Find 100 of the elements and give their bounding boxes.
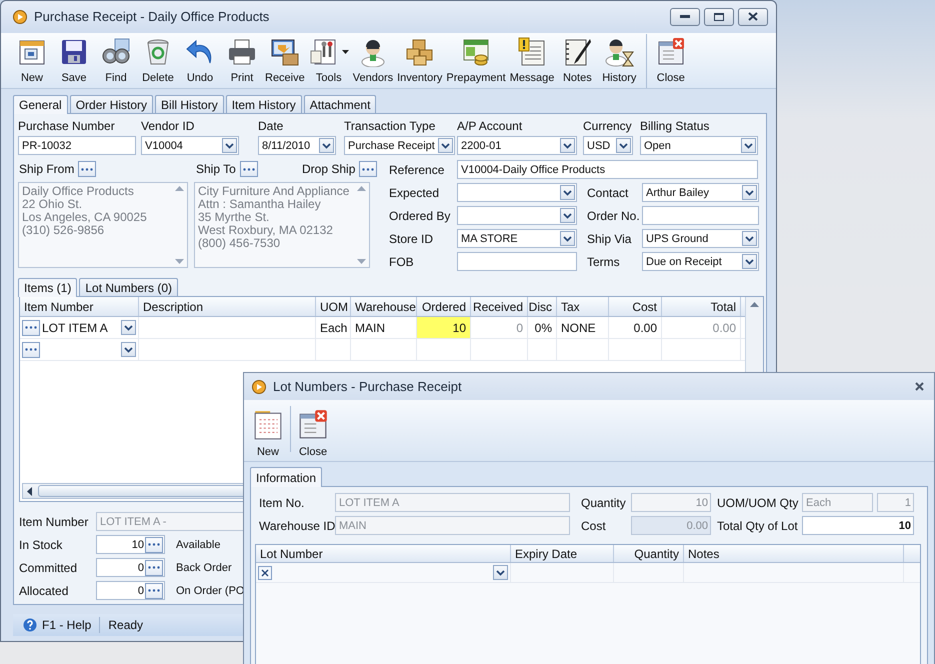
toolbar-button[interactable]: Notes [556, 34, 598, 88]
dropdown-field[interactable]: 2200-01 [457, 136, 577, 155]
toolbar-button[interactable]: Undo [179, 34, 221, 88]
field-label: Total Qty of Lot [717, 518, 799, 532]
field-label: UOM/UOM Qty [717, 496, 800, 510]
window-title: Purchase Receipt - Daily Office Products [34, 9, 270, 24]
toolbar-button[interactable]: New [250, 406, 286, 460]
column-header[interactable]: Warehouse [351, 297, 417, 316]
tab[interactable]: Attachment [304, 95, 376, 113]
address-field[interactable]: City Furniture And Appliance Attn : Samantha Hailey 35 Myrthe St. West Roxbury, MA 02132 (800) 456-7530 [194, 182, 370, 268]
toolbar-button[interactable]: Find [95, 34, 137, 88]
field-label: Billing Status [640, 119, 710, 133]
field-label: Back Order [176, 562, 232, 574]
field-label: Expected [389, 186, 440, 200]
toolbar-button[interactable]: Vendors [350, 34, 396, 88]
text-field[interactable]: 10 [96, 535, 165, 554]
field-label: FOB [389, 254, 415, 268]
column-header[interactable]: Received [471, 297, 528, 316]
dropdown-field[interactable]: UPS Ground [642, 229, 759, 248]
tab[interactable]: Item History [226, 95, 302, 113]
column-header[interactable]: UOM [316, 297, 351, 316]
column-header[interactable]: Ordered [417, 297, 471, 316]
dropdown-field[interactable]: USD [583, 136, 633, 155]
tab[interactable]: Lot Numbers (0) [79, 278, 178, 296]
table-cell: 0.00 [662, 317, 741, 338]
column-header[interactable]: Notes [684, 545, 904, 562]
field-label: Purchase Number [18, 119, 116, 133]
toolbar-button[interactable]: Prepayment [444, 34, 508, 88]
field-label: Warehouse ID [259, 518, 335, 532]
column-header[interactable]: Tax [557, 297, 609, 316]
text-field[interactable]: V10004-Daily Office Products [457, 160, 758, 179]
window-title: Lot Numbers - Purchase Receipt [273, 379, 463, 394]
toolbar-button[interactable]: Close [646, 34, 688, 88]
help-text: F1 - Help [42, 618, 92, 632]
field-label: Committed [19, 560, 78, 574]
tab[interactable]: Order History [70, 95, 154, 113]
field-label: Reference [389, 162, 446, 176]
field-label: Terms [587, 254, 621, 268]
column-header[interactable]: Disc [528, 297, 557, 316]
text-field[interactable]: 10 [802, 516, 914, 535]
field-label: Allocated [19, 584, 70, 598]
dropdown-field[interactable]: MA STORE [457, 229, 577, 248]
toolbar-button[interactable]: Print [221, 34, 263, 88]
toolbar-button[interactable]: Inventory [395, 34, 444, 88]
tab[interactable]: Information [250, 467, 322, 487]
dropdown-field[interactable]: Open [640, 136, 758, 155]
tab[interactable]: Bill History [155, 95, 224, 113]
field-label: Order No. [587, 208, 641, 222]
column-header[interactable]: Cost [609, 297, 662, 316]
dropdown-field[interactable]: Purchase Receipt [344, 136, 455, 155]
field-label: Vendor ID [141, 119, 196, 133]
field-label: Contact [587, 186, 630, 200]
table-cell: 0% [528, 317, 557, 338]
table-cell: 0 [471, 317, 528, 338]
column-header[interactable]: Lot Number [256, 545, 511, 562]
field-label: Ordered By [389, 208, 452, 222]
field-label: In Stock [19, 538, 64, 552]
table-cell: Each [316, 317, 351, 338]
dropdown-field[interactable]: Due on Receipt [642, 252, 759, 271]
field-label: Date [258, 119, 284, 133]
field-label: Transaction Type [344, 119, 436, 133]
tab[interactable]: General [13, 95, 68, 114]
toolbar-button[interactable]: Delete [137, 34, 179, 88]
toolbar-button[interactable]: Message [508, 34, 556, 88]
column-header[interactable]: Total [662, 297, 741, 316]
field-label: Item Number [19, 514, 90, 528]
text-field[interactable]: 0 [96, 558, 165, 577]
toolbar-button[interactable]: Close [295, 406, 331, 460]
table-cell: 10 [417, 317, 471, 338]
dropdown-field[interactable]: V10004 [141, 136, 239, 155]
status-text: Ready [108, 618, 144, 632]
field-label: Store ID [389, 232, 434, 246]
toolbar-button[interactable]: Receive [263, 34, 307, 88]
table-cell: 0.00 [609, 317, 662, 338]
column-header[interactable]: Item Number [20, 297, 139, 316]
column-header[interactable]: Quantity [614, 545, 684, 562]
column-header[interactable]: Description [139, 297, 316, 316]
text-field[interactable]: 0 [96, 581, 165, 600]
dropdown-field[interactable]: 8/11/2010 [258, 136, 336, 155]
column-header[interactable]: Expiry Date [511, 545, 614, 562]
field-label: Ship To [196, 162, 236, 176]
field-label: Cost [581, 518, 607, 532]
dropdown-field[interactable]: Arthur Bailey [642, 183, 759, 202]
field-label: Drop Ship [302, 162, 356, 176]
field-label: Ship From [19, 162, 74, 176]
field-label: Currency [583, 119, 633, 133]
address-field[interactable]: Daily Office Products 22 Ohio St. Los Angeles, CA 90025 (310) 526-9856 [18, 182, 188, 268]
field-label: Quantity [581, 496, 627, 510]
field-label: Item No. [259, 496, 306, 510]
field-label: Ship Via [587, 232, 632, 246]
toolbar-button[interactable]: Save [53, 34, 95, 88]
table-cell: NONE [557, 317, 609, 338]
tab[interactable]: Items (1) [18, 278, 78, 297]
field-label: A/P Account [457, 119, 524, 133]
toolbar-button[interactable]: History [598, 34, 640, 88]
toolbar-button[interactable]: Tools [306, 34, 351, 88]
field-label: Available [176, 538, 220, 550]
table-cell: LOT ITEM A [42, 320, 108, 334]
toolbar-button[interactable]: New [11, 34, 53, 88]
text-field[interactable]: PR-10032 [18, 136, 136, 155]
